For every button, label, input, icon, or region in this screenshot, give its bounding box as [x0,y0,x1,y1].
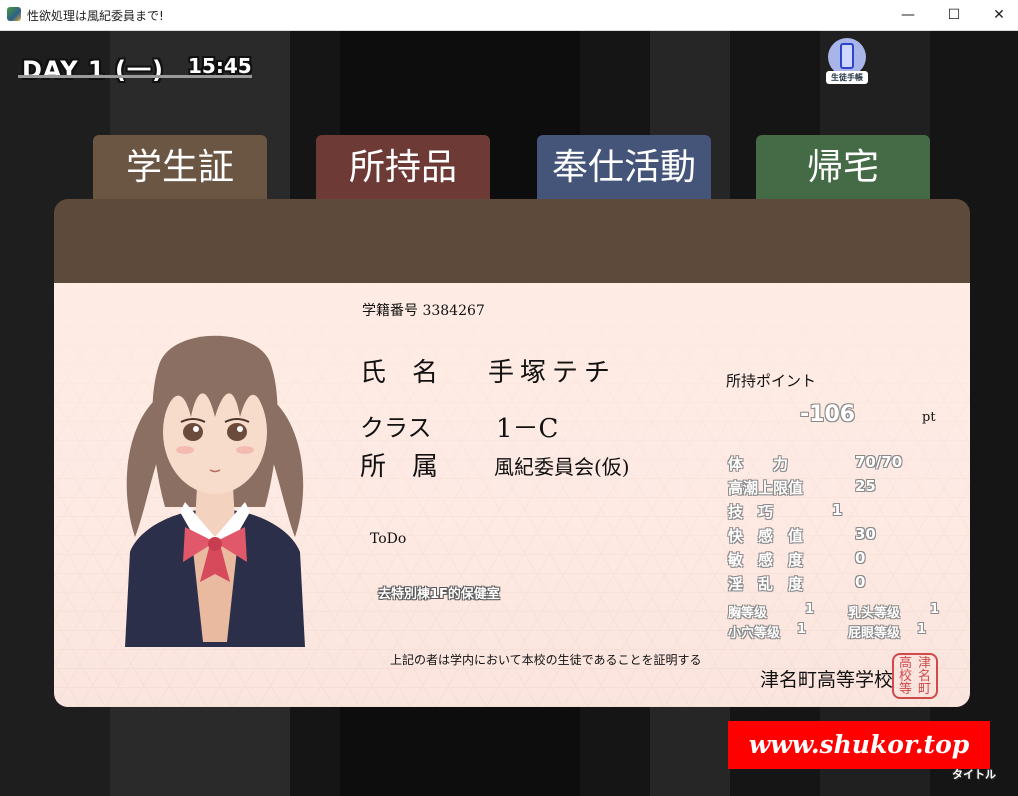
stat-value-pleasure: 30 [855,525,876,543]
stat-value-sensitivity: 0 [855,549,866,567]
phone-icon [840,43,854,69]
student-portrait [125,335,305,647]
class-label: クラス [360,414,432,442]
tab-service-activities[interactable]: 奉仕活動 [537,135,711,201]
points-unit: pt [922,410,936,425]
class-value: 1－C [496,414,559,444]
grade-value: 1 [797,622,807,637]
points-label: 所持ポイント [726,372,817,390]
seal-char: 等 [898,682,912,697]
card-header [54,199,970,283]
watermark-banner: www.shukor.top [728,721,990,769]
stat-label-technique: 技 巧 [728,503,774,521]
points-value: -106 [800,402,856,427]
tab-student-id[interactable]: 学生証 [93,135,267,201]
title-screen-link[interactable]: タイトル [952,766,996,782]
stat-value-stamina: 70/70 [855,453,903,471]
affiliation-label: 所 属 [360,452,439,482]
stat-label-climax-limit: 高潮上限值 [728,479,804,497]
student-number-value: 3384267 [422,303,485,319]
affiliation-value: 風紀委員会(仮) [494,455,630,479]
grade-label: 胸等级 [728,606,768,621]
todo-label: ToDo [370,531,407,547]
seal-char: 町 [917,682,931,697]
stat-label-stamina: 体 力 [728,455,789,473]
school-seal: 高 津 校 名 等 町 [892,653,938,699]
stat-value-technique: 1 [832,501,843,519]
day-indicator: DAY 1 (一) [22,56,164,84]
maximize-button[interactable]: ☐ [931,0,977,30]
window-title: 性欲処理は風紀委員まで! [27,9,164,23]
name-label: 氏 名 [360,358,439,388]
stat-label-pleasure: 快 感 值 [728,527,804,545]
tab-go-home[interactable]: 帰宅 [756,135,930,201]
app-icon [7,7,21,21]
student-number-label: 学籍番号 [362,303,418,319]
grade-label: 小穴等级 [728,626,781,641]
close-button[interactable]: ✕ [976,0,1018,30]
student-name: 手塚テチ [488,358,617,388]
stat-label-lewdness: 淫 乱 度 [728,575,804,593]
grade-label: 屁眼等级 [848,626,901,641]
school-name: 津名町高等学校 [760,669,894,691]
stat-label-sensitivity: 敏 感 度 [728,551,804,569]
student-handbook-button[interactable]: 生徒手帳 [826,38,868,86]
window-titlebar: 性欲処理は風紀委員まで! — ☐ ✕ [0,0,1018,31]
student-number: 学籍番号 3384267 [362,300,485,320]
todo-task: 去特別棟1F的保健室 [378,587,500,602]
stat-value-lewdness: 0 [855,573,866,591]
grade-value: 1 [917,622,927,637]
hud-divider [18,75,252,78]
certification-text: 上記の者は学内において本校の生徒であることを証明する [390,653,702,667]
handbook-label: 生徒手帳 [826,71,868,84]
grade-value: 1 [930,602,940,617]
grade-label: 乳头等级 [848,606,901,621]
minimize-button[interactable]: — [885,0,931,30]
stat-value-climax-limit: 25 [855,477,876,495]
tab-inventory[interactable]: 所持品 [316,135,490,201]
grade-value: 1 [805,602,815,617]
